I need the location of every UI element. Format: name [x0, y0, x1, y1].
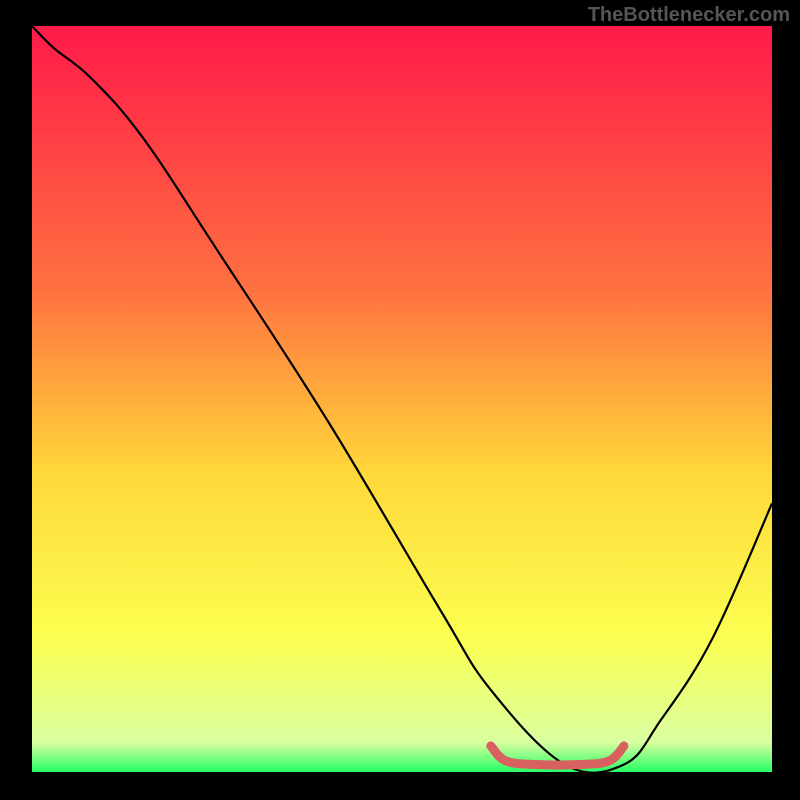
plot-area [32, 26, 772, 772]
chart-container: TheBottlenecker.com [0, 0, 800, 800]
chart-svg [32, 26, 772, 772]
watermark-text: TheBottlenecker.com [588, 4, 790, 27]
